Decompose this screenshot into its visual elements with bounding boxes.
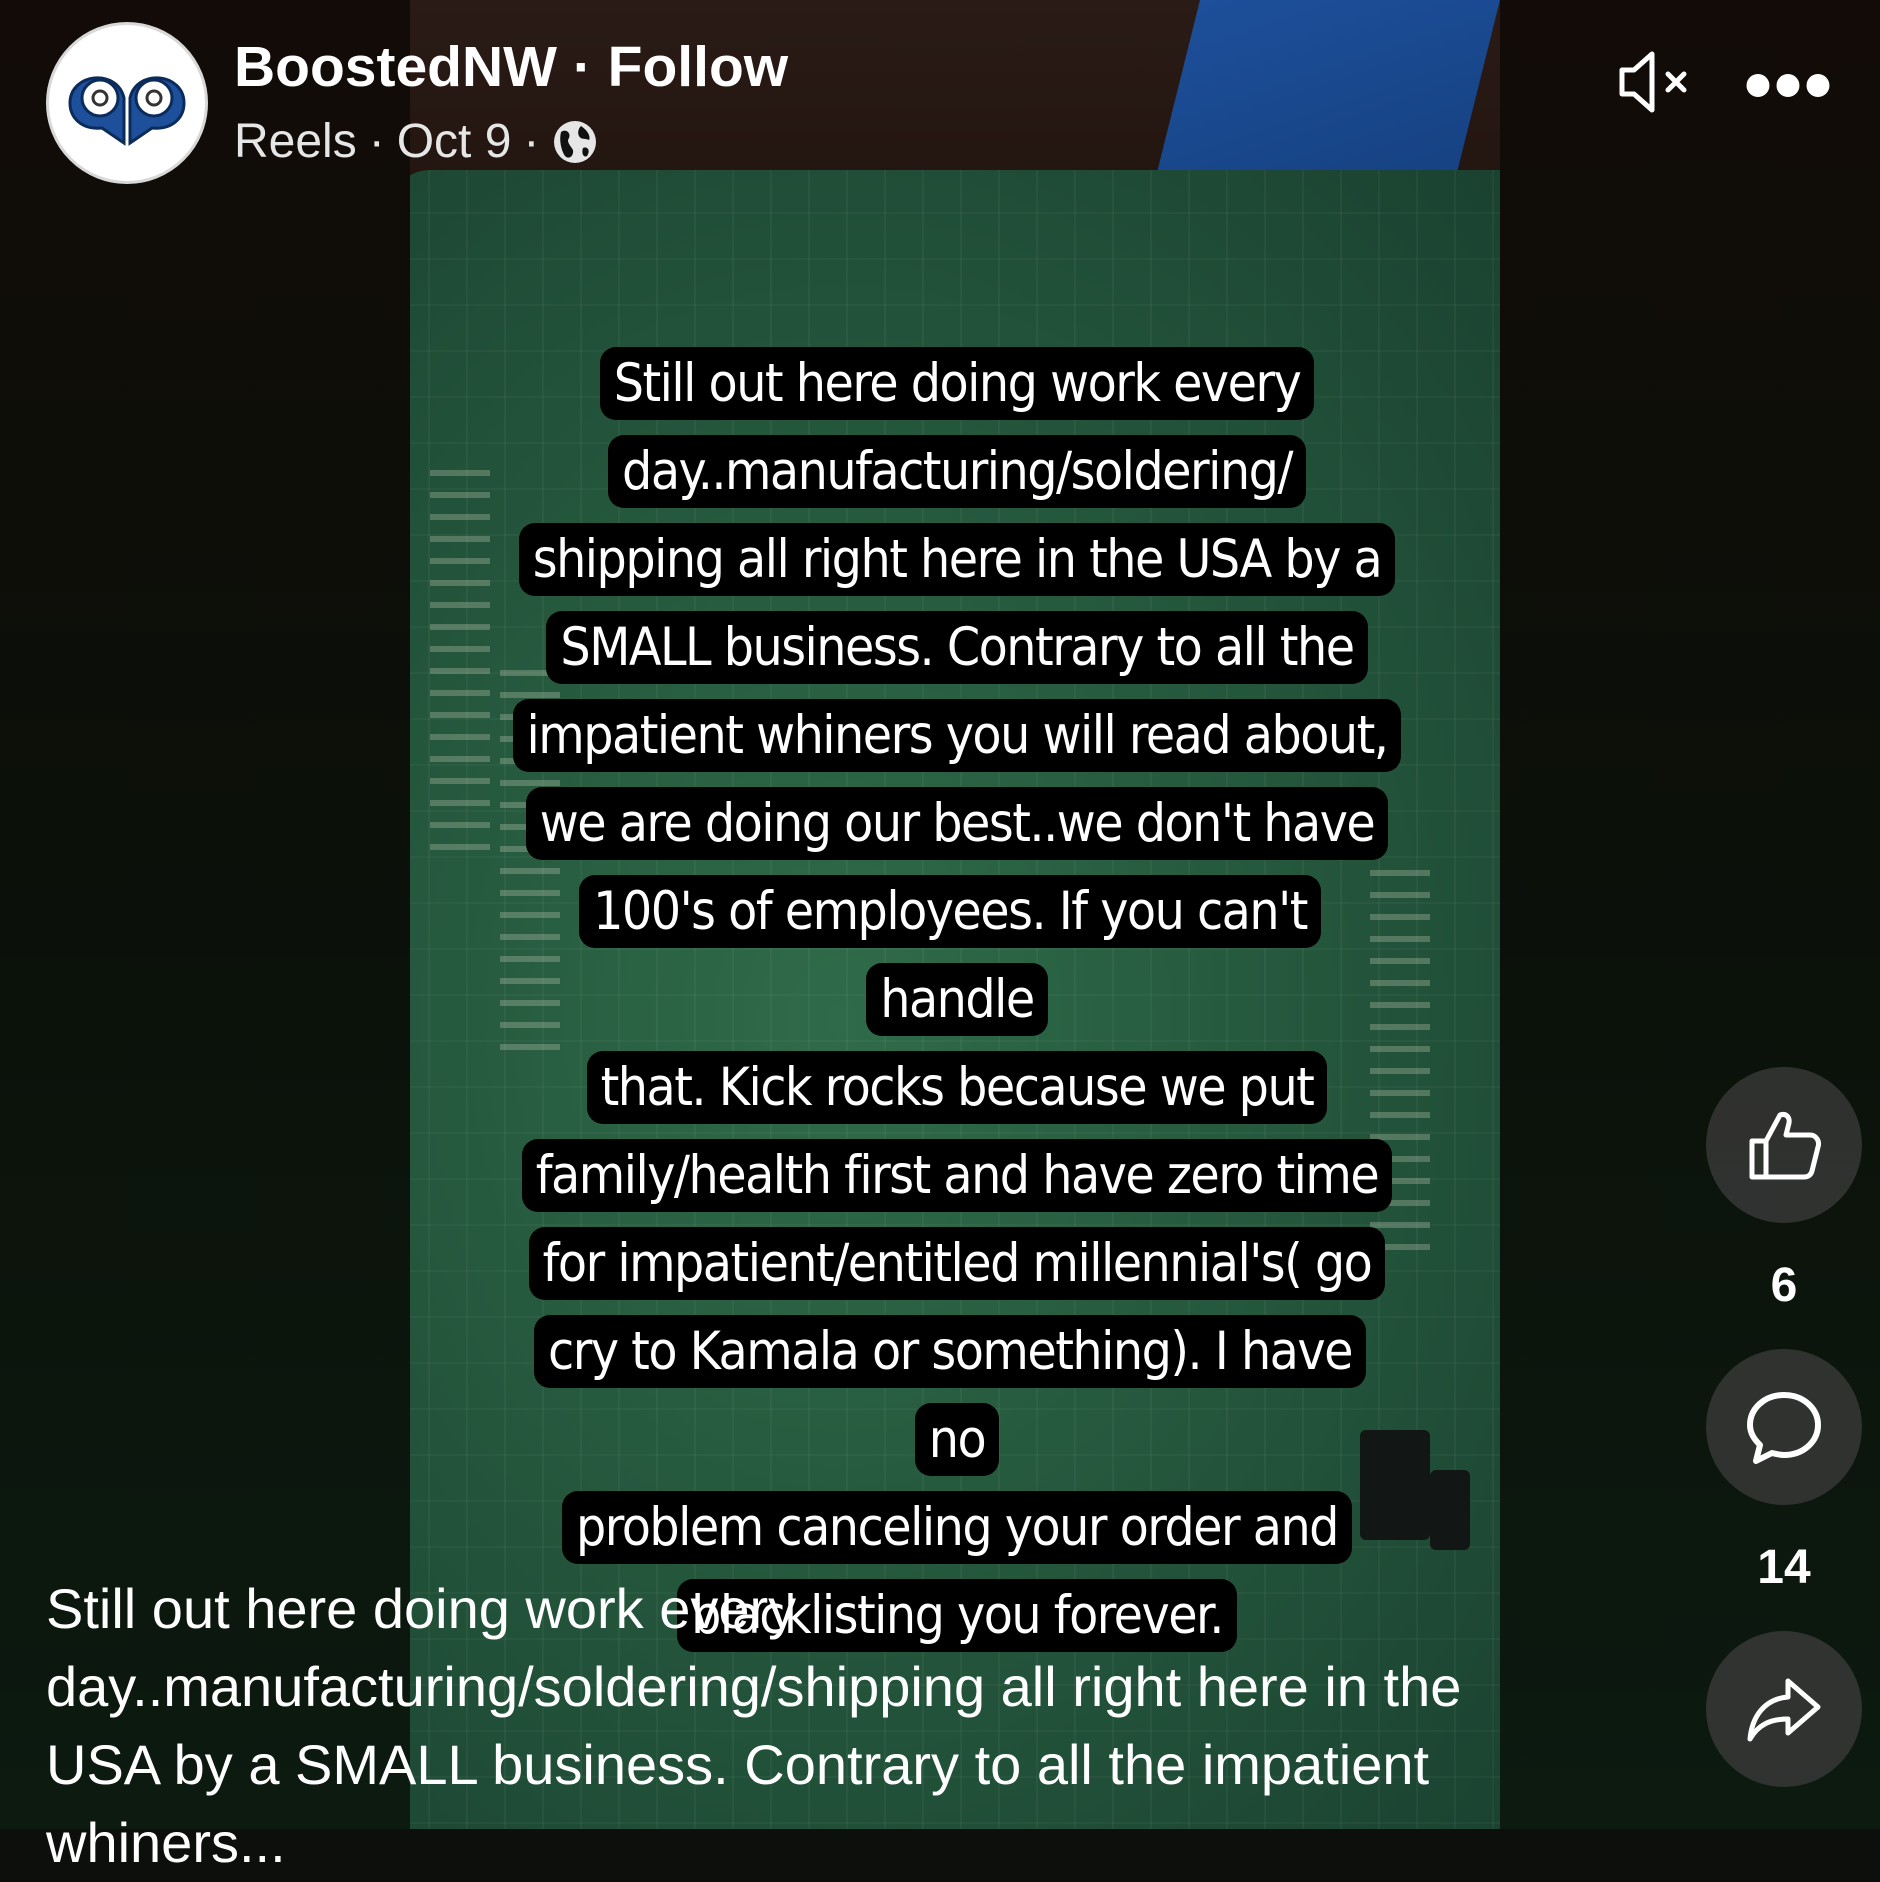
post-type[interactable]: Reels: [234, 114, 357, 169]
top-controls: •••: [1614, 40, 1834, 129]
overlay-text-line: for impatient/entitled millennial's( go: [528, 1227, 1386, 1300]
like-count: 6: [1770, 1259, 1798, 1312]
meta-separator: ·: [368, 115, 385, 168]
action-rail: 6 14: [1706, 1067, 1862, 1787]
comment-button[interactable]: [1706, 1349, 1862, 1505]
name-separator: ·: [572, 35, 592, 99]
meta-separator: ·: [523, 115, 540, 168]
avatar[interactable]: [46, 22, 208, 184]
overlay-text-line: family/health first and have zero time: [521, 1139, 1393, 1212]
like-button[interactable]: [1706, 1067, 1862, 1223]
overlay-text-line: day..manufacturing/soldering/: [608, 435, 1306, 508]
share-icon: [1747, 1678, 1821, 1742]
overlay-text-line: impatient whiners you will read about,: [512, 699, 1402, 772]
comment-icon: [1747, 1392, 1821, 1464]
pcb-pads: [430, 470, 490, 850]
post-caption[interactable]: Still out here doing work every day..man…: [46, 1570, 1566, 1882]
post-meta: Reels · Oct 9 ·: [234, 114, 599, 169]
thumbs-up-icon: [1749, 1112, 1821, 1180]
overlay-text-line: 100's of employees. If you can't handle: [579, 875, 1321, 1036]
video-text-overlay: Still out here doing work every day..man…: [507, 340, 1407, 1660]
turbo-logo-icon: [68, 76, 186, 146]
pcb-chip: [1430, 1470, 1470, 1550]
comment-count: 14: [1757, 1541, 1811, 1594]
overlay-text-line: problem canceling your order and: [562, 1491, 1352, 1564]
share-button[interactable]: [1706, 1631, 1862, 1787]
overlay-text-line: cry to Kamala or something). I have no: [534, 1315, 1366, 1476]
page-name-link[interactable]: BoostedNW: [234, 35, 557, 99]
post-date[interactable]: Oct 9: [397, 114, 512, 169]
follow-button[interactable]: Follow: [608, 35, 788, 99]
more-options-icon[interactable]: •••: [1744, 44, 1834, 125]
post-author-line: BoostedNW · Follow: [234, 34, 788, 100]
speaker-muted-icon[interactable]: [1614, 40, 1698, 129]
overlay-text-line: we are doing our best..we don't have: [525, 787, 1389, 860]
overlay-text-line: shipping all right here in the USA by a: [518, 523, 1396, 596]
overlay-text-line: SMALL business. Contrary to all the: [546, 611, 1368, 684]
overlay-text-line: Still out here doing work every: [599, 347, 1315, 420]
globe-icon: [551, 118, 599, 166]
overlay-text-line: that. Kick rocks because we put: [586, 1051, 1328, 1124]
